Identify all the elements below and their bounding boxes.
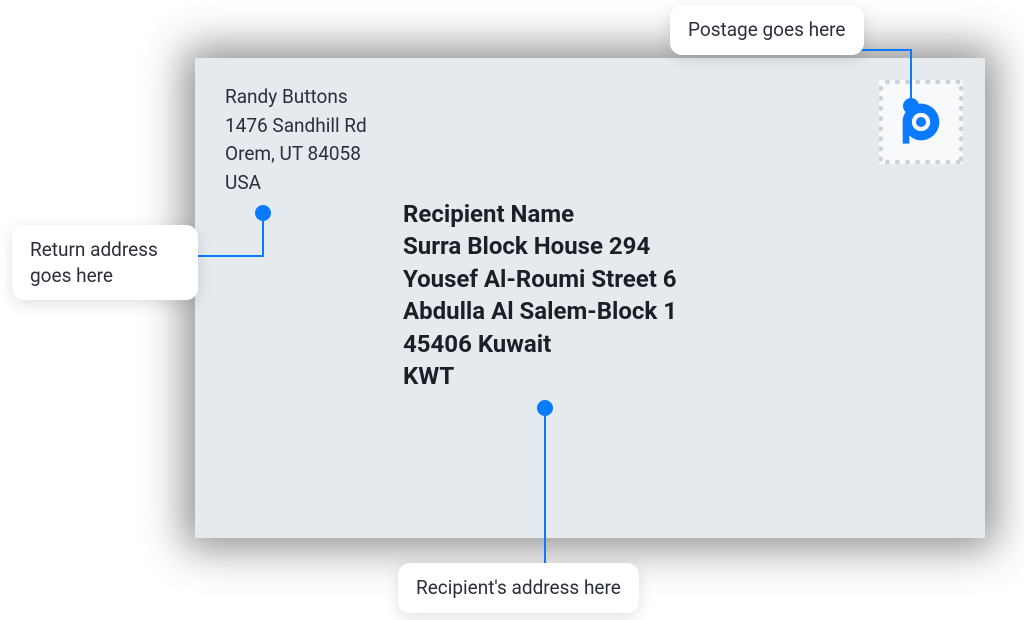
recipient-line3: Abdulla Al Salem-Block 1 — [403, 295, 677, 327]
pointer-line — [544, 416, 546, 564]
pointer-dot — [537, 400, 553, 416]
return-address-block: Randy Buttons 1476 Sandhill Rd Orem, UT … — [225, 83, 367, 197]
return-street: 1476 Sandhill Rd — [225, 112, 367, 141]
postage-stamp — [879, 80, 963, 164]
pointer-dot — [255, 205, 271, 221]
return-country: USA — [225, 169, 367, 198]
recipient-line2: Yousef Al-Roumi Street 6 — [403, 263, 677, 295]
return-city-line: Orem, UT 84058 — [225, 140, 367, 169]
recipient-name: Recipient Name — [403, 198, 677, 230]
recipient-postal-city: 45406 Kuwait — [403, 328, 677, 360]
pointer-line — [262, 221, 264, 257]
callout-recipient-address: Recipient's address here — [398, 563, 639, 613]
return-name: Randy Buttons — [225, 83, 367, 112]
recipient-line1: Surra Block House 294 — [403, 230, 677, 262]
recipient-country-code: KWT — [403, 360, 677, 392]
envelope: Randy Buttons 1476 Sandhill Rd Orem, UT … — [195, 58, 985, 538]
pointer-line — [860, 49, 912, 51]
callout-return-address: Return address goes here — [12, 225, 198, 300]
pointer-dot — [903, 98, 919, 114]
callout-postage: Postage goes here — [670, 5, 864, 55]
envelope-diagram: Randy Buttons 1476 Sandhill Rd Orem, UT … — [0, 0, 1024, 620]
pointer-line — [910, 49, 912, 99]
recipient-address-block: Recipient Name Surra Block House 294 You… — [403, 198, 677, 392]
